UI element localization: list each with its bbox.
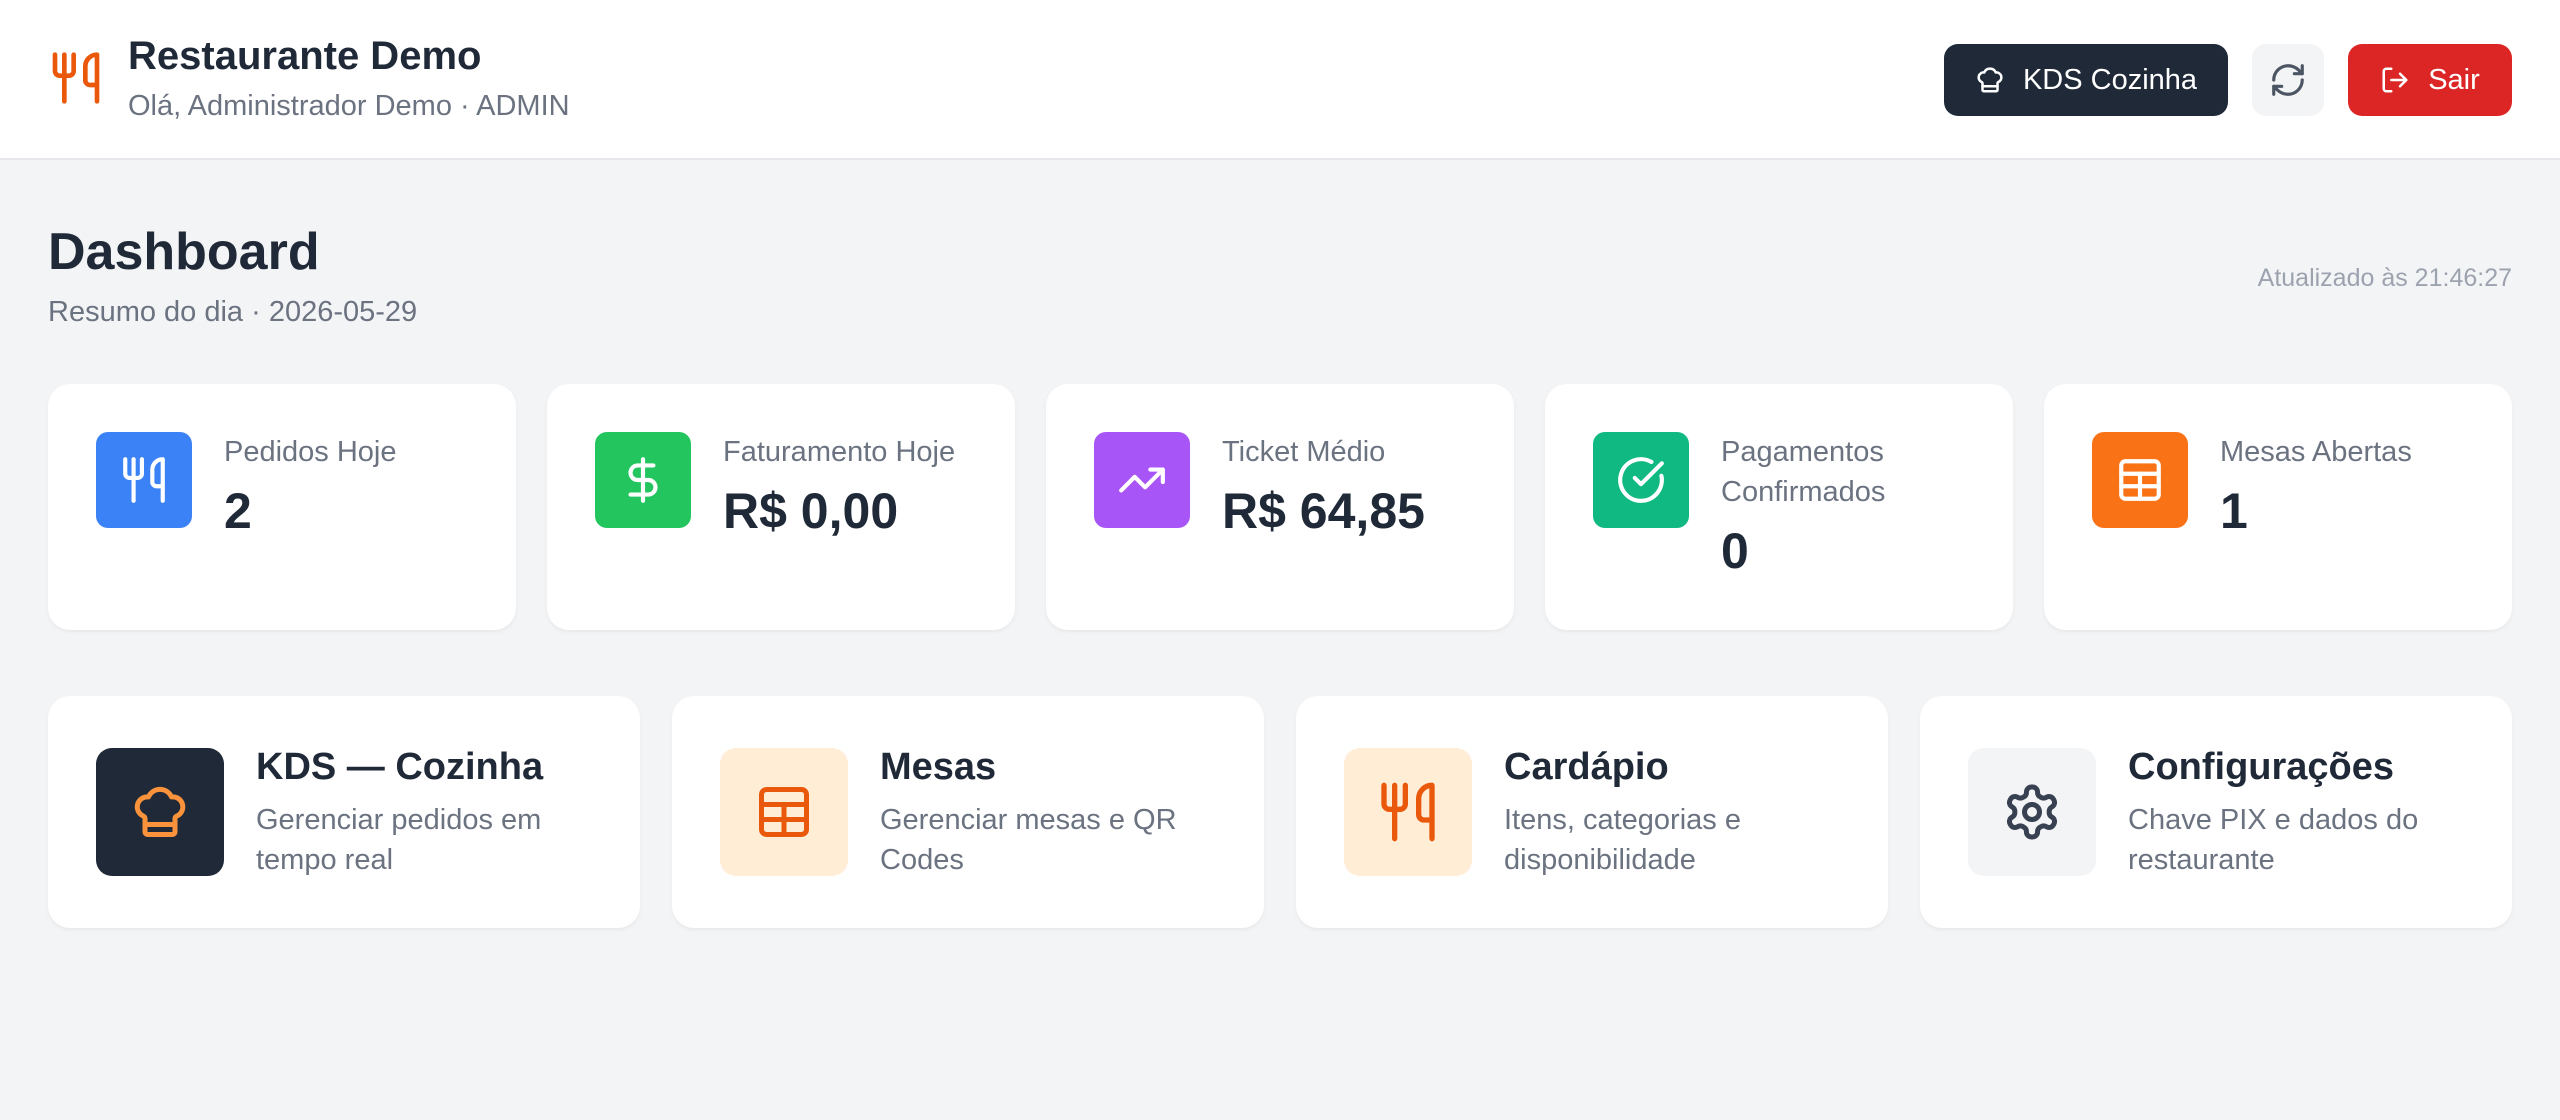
nav-card-title: KDS — Cozinha [256, 746, 544, 788]
stat-icon-box [595, 432, 691, 528]
last-updated-text: Atualizado às 21:46:27 [2257, 264, 2512, 292]
page-title: Dashboard [48, 223, 320, 281]
stat-card-tables: Mesas Abertas 1 [2044, 384, 2512, 630]
kds-button-label: KDS Cozinha [2022, 63, 2198, 96]
nav-card-title: Cardápio [1504, 746, 1669, 788]
dollar-icon [628, 457, 658, 503]
table-grid-icon [2119, 459, 2161, 501]
stat-value: 2 [224, 483, 252, 539]
nav-card-desc: Itens, categorias e disponibilidade [1504, 804, 1741, 876]
stat-label: Pedidos Hoje [224, 436, 397, 468]
nav-card-desc: Gerenciar pedidos em tempo real [256, 804, 542, 876]
nav-card-desc: Chave PIX e dados do restaurante [2128, 804, 2419, 876]
stat-icon-box [96, 432, 192, 528]
stat-card-orders: Pedidos Hoje 2 [48, 384, 516, 630]
stat-icon-box [1094, 432, 1190, 528]
table-grid-icon [759, 787, 809, 837]
nav-card-title: Mesas [880, 746, 997, 788]
stat-label: Ticket Médio [1222, 436, 1386, 468]
nav-icon-box [96, 748, 224, 876]
utensils-icon [1381, 782, 1435, 842]
nav-card-desc: Gerenciar mesas e QR Codes [880, 804, 1177, 876]
nav-card-title: Configurações [2128, 746, 2395, 788]
stat-label: Faturamento Hoje [723, 436, 956, 468]
stat-value: R$ 0,00 [723, 483, 899, 539]
nav-card-configuracoes[interactable]: Configurações Chave PIX e dados do resta… [1920, 696, 2512, 928]
logout-icon [2382, 67, 2408, 93]
stat-label: Mesas Abertas [2220, 436, 2412, 468]
stat-icon-box [1593, 432, 1689, 528]
logout-button[interactable]: Sair [2348, 44, 2512, 116]
user-greeting: Olá, Administrador Demo · ADMIN [128, 90, 570, 122]
stat-card-revenue: Faturamento Hoje R$ 0,00 [547, 384, 1015, 630]
nav-card-kds[interactable]: KDS — Cozinha Gerenciar pedidos em tempo… [48, 696, 640, 928]
kds-cozinha-button[interactable]: KDS Cozinha [1944, 44, 2228, 116]
chef-hat-icon [134, 786, 186, 837]
nav-icon-box [1968, 748, 2096, 876]
stat-icon-box [2092, 432, 2188, 528]
utensils-icon [52, 52, 100, 104]
logout-label: Sair [2428, 63, 2480, 96]
utensils-icon [123, 457, 165, 503]
trending-up-icon [1119, 467, 1165, 493]
nav-card-mesas[interactable]: Mesas Gerenciar mesas e QR Codes [672, 696, 1264, 928]
chef-hat-icon [1977, 67, 2003, 93]
gear-icon [2006, 784, 2058, 840]
stat-label: Pagamentos Confirmados [1721, 436, 1886, 508]
stat-value: 0 [1721, 523, 1749, 579]
stat-card-payments: Pagamentos Confirmados 0 [1545, 384, 2013, 630]
page-subtitle: Resumo do dia · 2026-05-29 [48, 296, 418, 328]
stat-value: 1 [2220, 483, 2248, 539]
nav-icon-box [1344, 748, 1472, 876]
restaurant-name: Restaurante Demo [128, 34, 482, 78]
check-circle-icon [1618, 457, 1664, 503]
stat-value: R$ 64,85 [1222, 483, 1425, 539]
nav-card-cardapio[interactable]: Cardápio Itens, categorias e disponibili… [1296, 696, 1888, 928]
refresh-icon [2272, 64, 2304, 96]
nav-icon-box [720, 748, 848, 876]
stat-card-ticket: Ticket Médio R$ 64,85 [1046, 384, 1514, 630]
refresh-button[interactable] [2252, 44, 2324, 116]
top-header: Restaurante Demo Olá, Administrador Demo… [0, 0, 2560, 160]
